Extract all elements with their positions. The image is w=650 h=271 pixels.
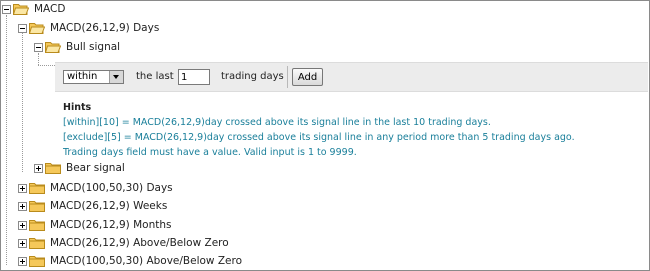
hint-line: [within][10] = MACD(26,12,9)day crossed … xyxy=(63,117,491,128)
chevron-down-icon[interactable] xyxy=(109,71,123,83)
expand-icon[interactable] xyxy=(18,183,27,193)
tree-node-label: MACD(100,50,30) Days xyxy=(50,182,173,194)
mode-select-value: within xyxy=(67,71,98,82)
mode-select[interactable]: within xyxy=(63,70,124,84)
tree-node-label: MACD xyxy=(34,3,66,15)
hint-line: Trading days field must have a value. Va… xyxy=(63,147,357,158)
divider xyxy=(287,66,288,88)
hint-line: [exclude][5] = MACD(26,12,9)day crossed … xyxy=(63,132,575,143)
folder-icon xyxy=(29,238,45,249)
tree-guide-line xyxy=(22,33,23,172)
hints-title: Hints xyxy=(63,102,92,113)
open-folder-icon xyxy=(45,42,61,53)
tree-node-macd-26-12-9-months[interactable]: MACD(26,12,9) Months xyxy=(18,217,171,233)
tree-node-label: MACD(100,50,30) Above/Below Zero xyxy=(50,255,243,267)
tree-node-macd[interactable]: MACD xyxy=(2,1,65,17)
tree-node-label: MACD(26,12,9) Above/Below Zero xyxy=(50,237,229,249)
tree-node-macd-26-12-9-weeks[interactable]: MACD(26,12,9) Weeks xyxy=(18,198,167,214)
collapse-icon[interactable] xyxy=(34,42,43,52)
tree-node-macd-26-12-9-days[interactable]: MACD(26,12,9) Days xyxy=(18,20,159,36)
collapse-icon[interactable] xyxy=(18,23,27,33)
folder-icon xyxy=(29,201,45,212)
tree-node-label: MACD(26,12,9) Days xyxy=(50,22,160,34)
tree-node-bull-signal[interactable]: Bull signal xyxy=(34,39,120,55)
expand-icon[interactable] xyxy=(18,220,27,230)
tree-guide-line xyxy=(38,65,55,66)
macd-tree-panel: MACD MACD(26,12,9) Days Bull signal with… xyxy=(0,0,650,271)
tree-node-macd-26-12-9-above-below-zero[interactable]: MACD(26,12,9) Above/Below Zero xyxy=(18,235,229,251)
folder-icon xyxy=(45,163,61,174)
signal-criteria-panel: within the last trading days Add xyxy=(55,62,648,92)
folder-icon xyxy=(29,183,45,194)
tree-node-bear-signal[interactable]: Bear signal xyxy=(34,160,125,176)
expand-icon[interactable] xyxy=(34,163,43,173)
tree-node-macd-100-50-30-days[interactable]: MACD(100,50,30) Days xyxy=(18,180,173,196)
tree-node-label: MACD(26,12,9) Weeks xyxy=(50,200,168,212)
collapse-icon[interactable] xyxy=(2,4,11,14)
expand-icon[interactable] xyxy=(18,238,27,248)
folder-icon xyxy=(29,220,45,231)
the-last-label: the last xyxy=(136,71,174,82)
tree-node-label: Bull signal xyxy=(66,41,121,53)
tree-node-label: MACD(26,12,9) Months xyxy=(50,219,172,231)
tree-guide-line xyxy=(6,15,7,265)
trading-days-label: trading days xyxy=(221,71,284,82)
add-button[interactable]: Add xyxy=(292,68,323,86)
tree-node-label: Bear signal xyxy=(66,162,125,174)
expand-icon[interactable] xyxy=(18,201,27,211)
open-folder-icon xyxy=(29,23,45,34)
hints-block: Hints [within][10] = MACD(26,12,9)day cr… xyxy=(63,100,575,160)
open-folder-icon xyxy=(13,4,29,15)
trading-days-input[interactable] xyxy=(178,69,210,85)
expand-icon[interactable] xyxy=(18,256,27,266)
tree-node-macd-100-50-30-above-below-zero[interactable]: MACD(100,50,30) Above/Below Zero xyxy=(18,253,242,269)
folder-icon xyxy=(29,256,45,267)
